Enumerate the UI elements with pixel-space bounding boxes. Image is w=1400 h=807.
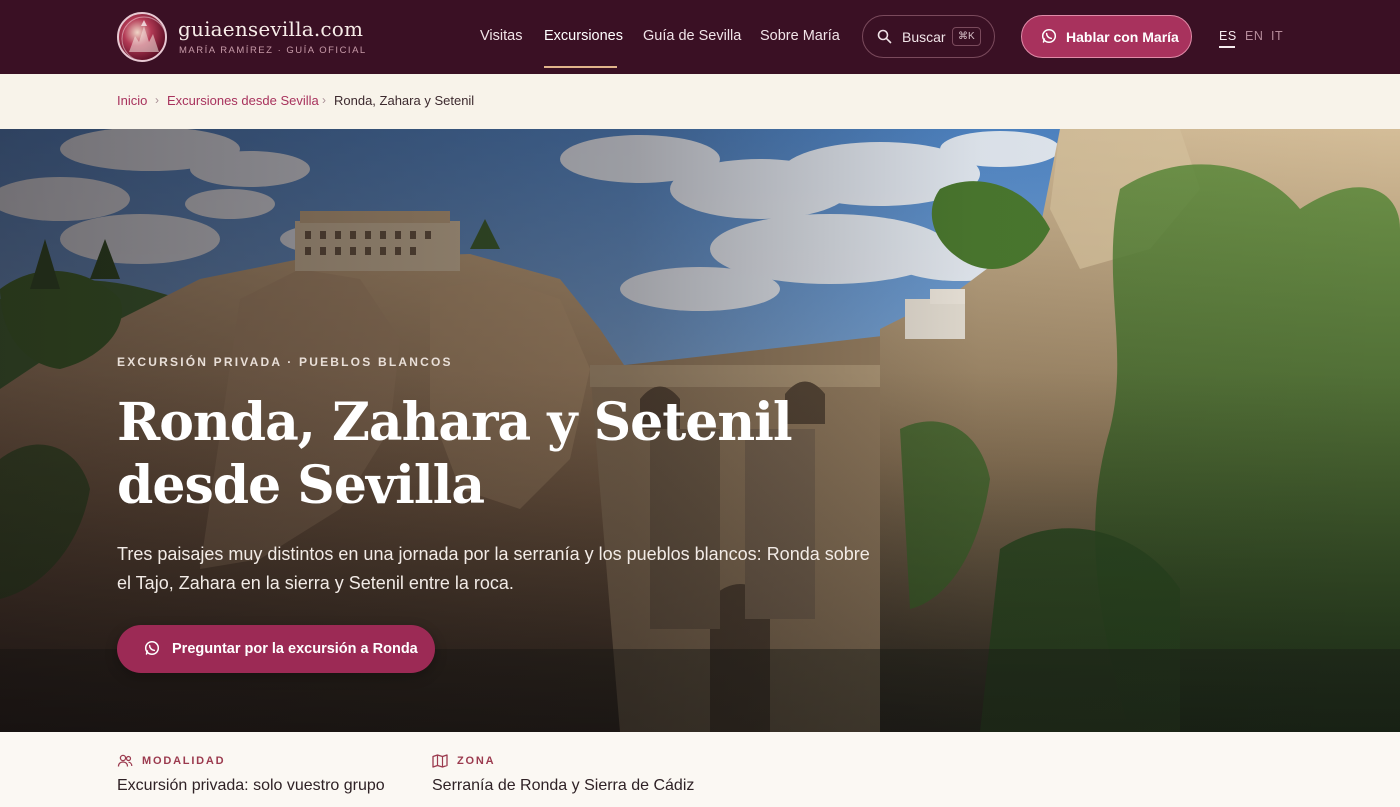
hero-description: Tres paisajes muy distintos en una jorna… — [117, 544, 870, 593]
breadcrumb-separator: › — [155, 93, 159, 107]
fact-value-modalidad: Excursión privada: solo vuestro grupo — [117, 777, 385, 794]
fact-label-zona: ZONA — [457, 755, 496, 767]
lang-es[interactable]: ES — [1219, 29, 1237, 43]
search-label: Buscar — [902, 29, 946, 45]
nav-guia-de-sevilla[interactable]: Guía de Sevilla — [643, 28, 741, 44]
group-icon — [117, 754, 133, 773]
logo-emblem-icon[interactable] — [117, 12, 167, 62]
lang-active-indicator — [1219, 46, 1235, 48]
search-button[interactable]: Buscar ⌘K — [862, 15, 995, 58]
nav-excursiones[interactable]: Excursiones — [544, 28, 623, 44]
site-header: guiaensevilla.com MARÍA RAMÍREZ · GUÍA O… — [0, 0, 1400, 74]
whatsapp-icon — [1041, 28, 1057, 47]
talk-to-maria-label: Hablar con María — [1066, 29, 1179, 45]
ask-ronda-excursion-button[interactable]: Preguntar por la excursión a Ronda — [117, 625, 435, 673]
brand-name[interactable]: guiaensevilla.com — [178, 17, 363, 41]
fact-label-modalidad: MODALIDAD — [142, 755, 226, 767]
ask-ronda-excursion-label: Preguntar por la excursión a Ronda — [172, 641, 418, 657]
hero-eyebrow: EXCURSIÓN PRIVADA · PUEBLOS BLANCOS — [117, 355, 453, 369]
breadcrumb-inicio[interactable]: Inicio — [117, 93, 147, 108]
lang-en[interactable]: EN — [1245, 29, 1263, 43]
nav-sobre-maria[interactable]: Sobre María — [760, 28, 840, 44]
excursion-facts: MODALIDAD Excursión privada: solo vuestr… — [0, 732, 1400, 807]
fact-value-zona: Serranía de Ronda y Sierra de Cádiz — [432, 777, 695, 794]
breadcrumb-separator: › — [322, 93, 326, 107]
breadcrumb-excursiones[interactable]: Excursiones desde Sevilla — [167, 93, 319, 108]
nav-active-indicator — [544, 66, 617, 68]
page-title: Ronda, Zahara y Setenil desde Sevilla — [117, 392, 793, 516]
talk-to-maria-button[interactable]: Hablar con María — [1021, 15, 1192, 58]
lang-it[interactable]: IT — [1271, 29, 1283, 43]
nav-visitas[interactable]: Visitas — [480, 28, 522, 44]
search-shortcut-badge: ⌘K — [952, 27, 981, 46]
map-icon — [432, 754, 448, 773]
whatsapp-icon — [144, 640, 160, 660]
hero-section: EXCURSIÓN PRIVADA · PUEBLOS BLANCOS Rond… — [0, 129, 1400, 732]
breadcrumb: Inicio › Excursiones desde Sevilla › Ron… — [0, 74, 1400, 129]
search-icon — [877, 29, 892, 47]
brand-subtitle: MARÍA RAMÍREZ · GUÍA OFICIAL — [179, 45, 367, 56]
breadcrumb-current: Ronda, Zahara y Setenil — [334, 93, 475, 108]
